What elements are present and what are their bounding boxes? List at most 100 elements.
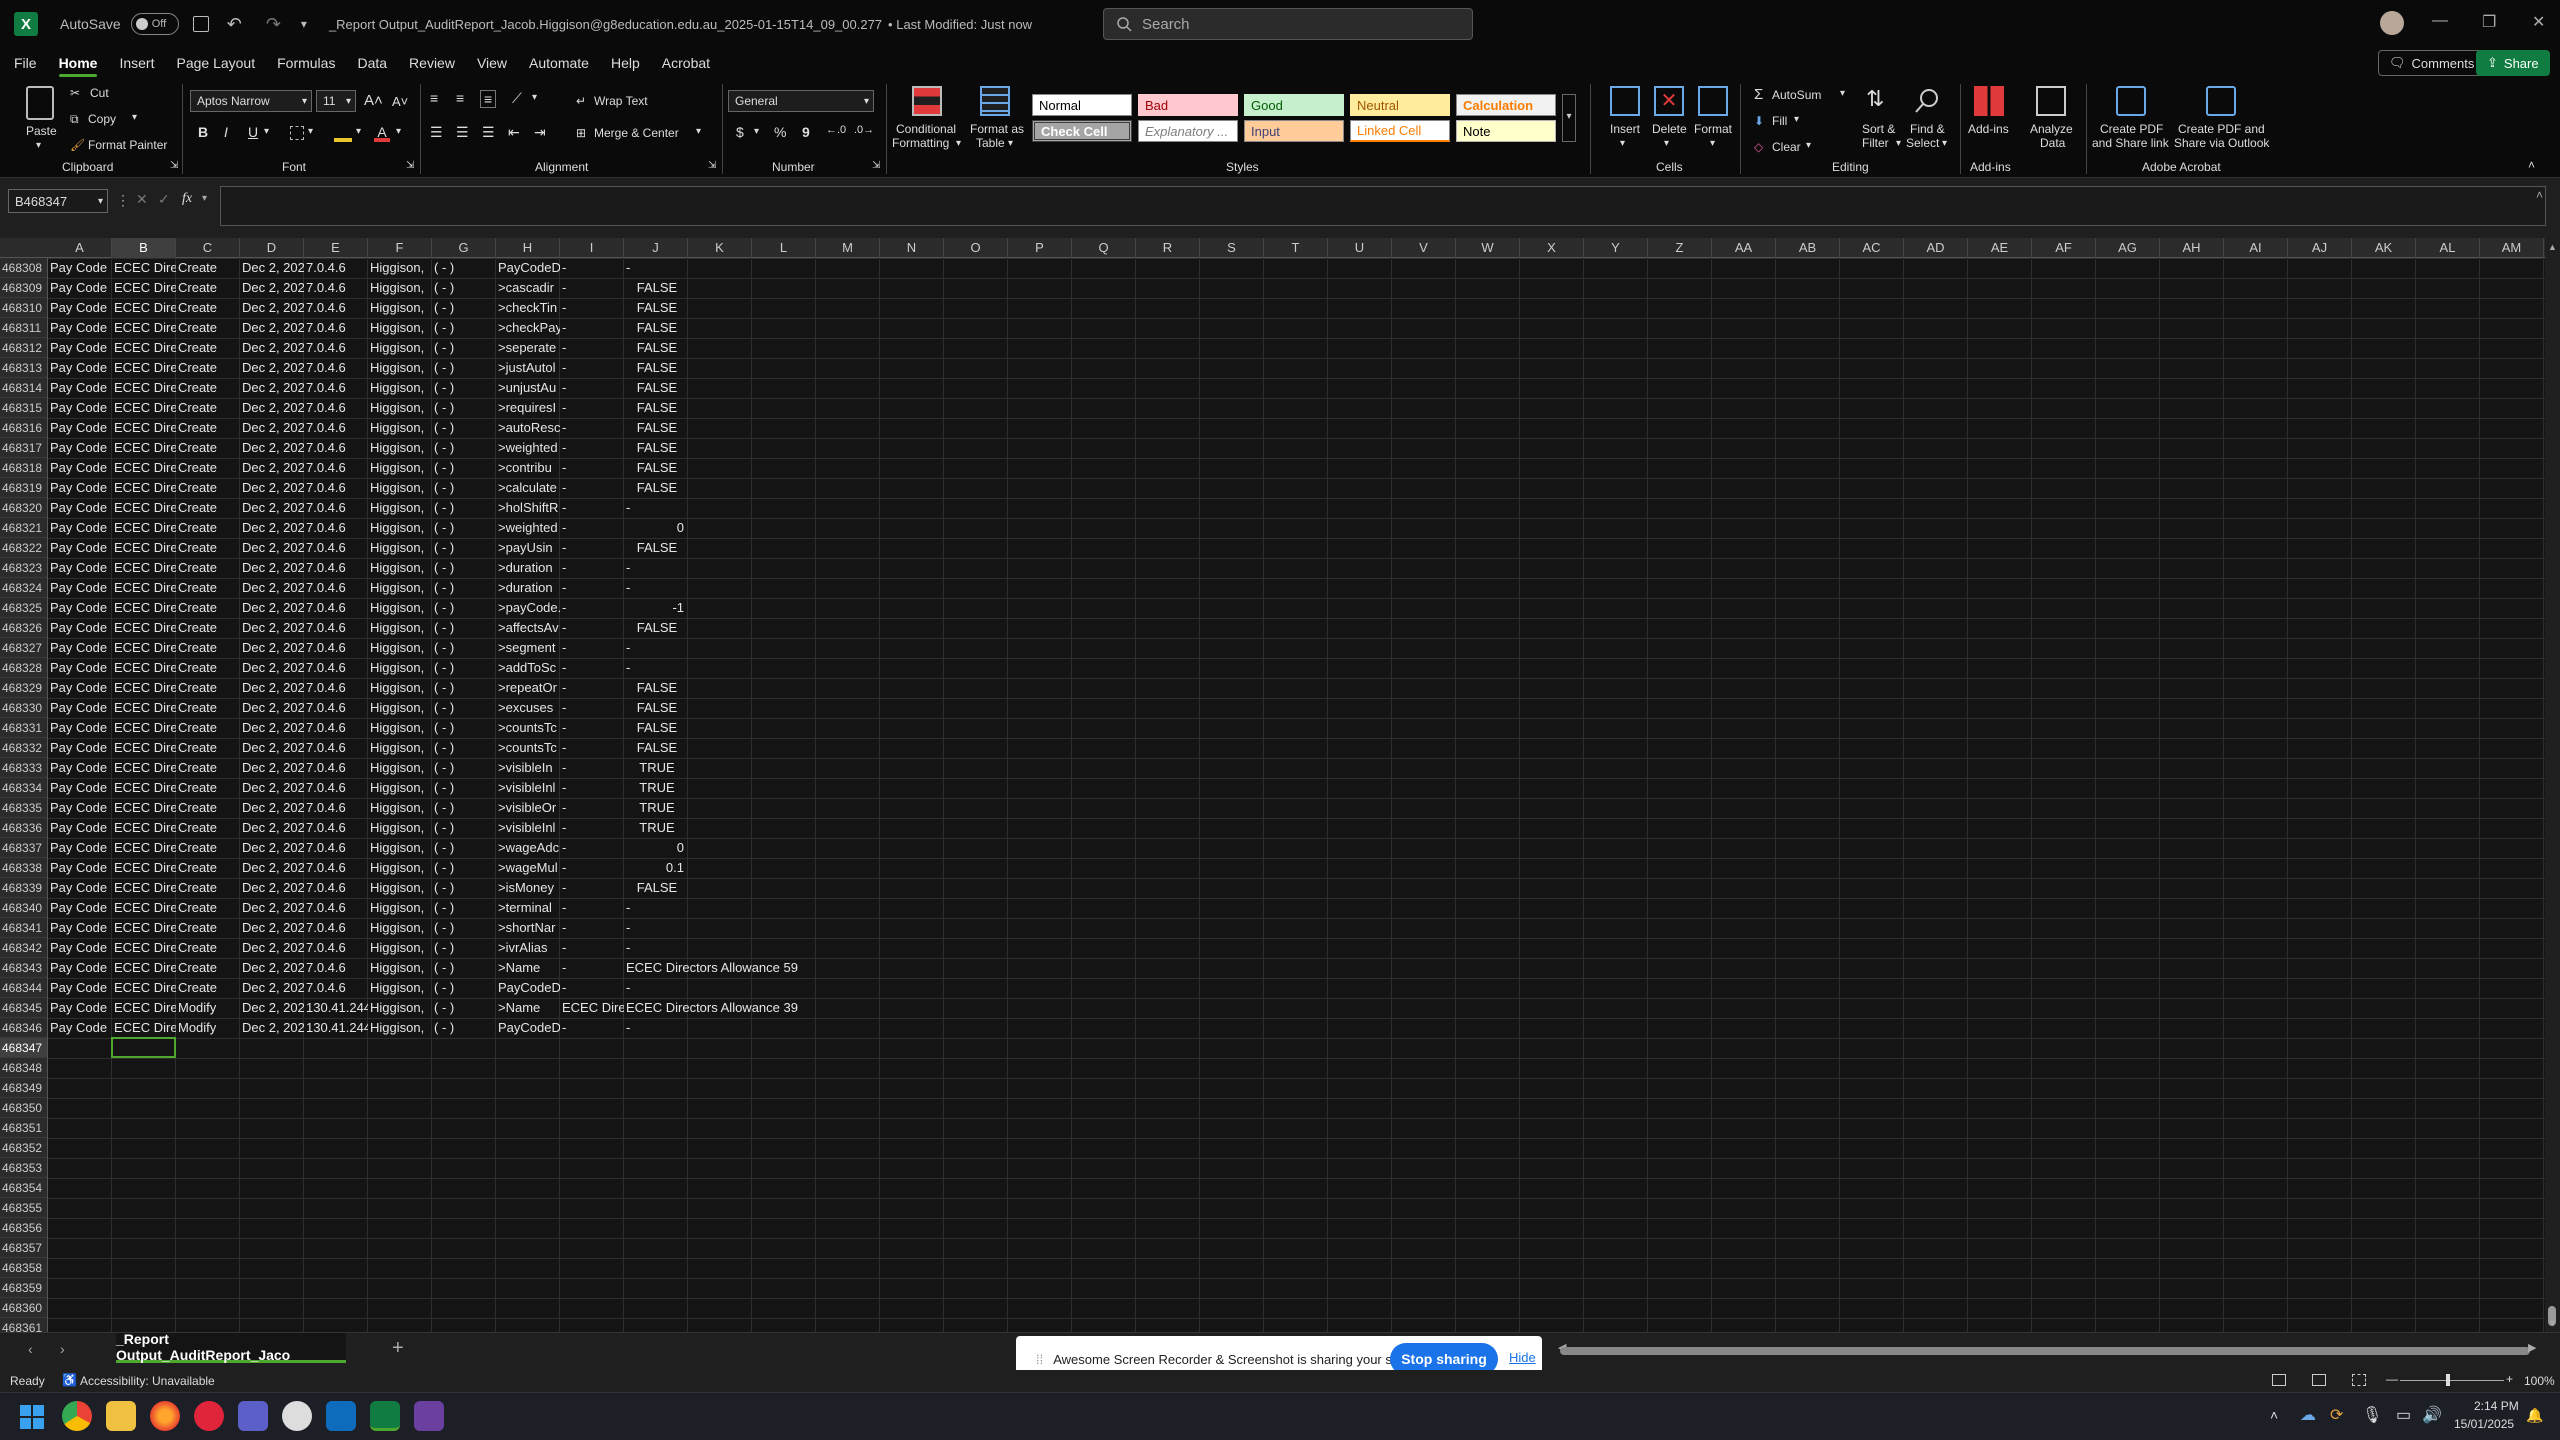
copy-button[interactable]: Copy <box>88 112 116 126</box>
cell-a[interactable]: Pay Code <box>48 858 112 878</box>
cell-b[interactable]: ECEC Dire <box>112 658 176 678</box>
cell-j[interactable]: FALSE <box>624 738 688 758</box>
cell-i[interactable]: - <box>560 1018 624 1038</box>
cell-a[interactable]: Pay Code <box>48 698 112 718</box>
fx-dropdown-icon[interactable]: ▾ <box>202 193 207 204</box>
autosave-toggle[interactable]: Off <box>130 13 179 35</box>
excel-taskbar-icon[interactable] <box>370 1401 400 1431</box>
cell-b[interactable]: ECEC Dire <box>112 638 176 658</box>
notification-icon[interactable]: 🔔 <box>2526 1407 2543 1424</box>
cell-e[interactable]: 7.0.4.6 <box>304 958 368 978</box>
cell-i[interactable]: - <box>560 838 624 858</box>
cell-b[interactable]: ECEC Dire <box>112 798 176 818</box>
cell-d[interactable]: Dec 2, 202 <box>240 438 304 458</box>
cell-c[interactable]: Create <box>176 478 240 498</box>
row-header[interactable]: 468340 <box>0 898 47 918</box>
row-header[interactable]: 468337 <box>0 838 47 858</box>
style-linked-cell[interactable]: Linked Cell <box>1350 120 1450 142</box>
cell-b[interactable]: ECEC Dire <box>112 618 176 638</box>
cell-j[interactable]: TRUE <box>624 798 688 818</box>
style-input[interactable]: Input <box>1244 120 1344 142</box>
orientation-icon[interactable]: ⟋ <box>512 90 522 107</box>
cell-f[interactable]: Higgison, <box>368 438 432 458</box>
row-header[interactable]: 468338 <box>0 858 47 878</box>
row-header[interactable]: 468350 <box>0 1098 47 1118</box>
cell-c[interactable]: Create <box>176 498 240 518</box>
windows-start-icon[interactable] <box>20 1405 44 1429</box>
merge-dropdown-icon[interactable]: ▾ <box>696 126 701 137</box>
column-header-n[interactable]: N <box>880 238 944 258</box>
cell-i[interactable]: - <box>560 258 624 278</box>
file-explorer-icon[interactable] <box>106 1401 136 1431</box>
cell-d[interactable]: Dec 2, 202 <box>240 498 304 518</box>
cell-h[interactable]: >contribu <box>496 458 560 478</box>
row-header[interactable]: 468310 <box>0 298 47 318</box>
cell-h[interactable]: >visibleInl <box>496 778 560 798</box>
cell-c[interactable]: Create <box>176 438 240 458</box>
row-header[interactable]: 468311 <box>0 318 47 338</box>
cell-i[interactable]: - <box>560 638 624 658</box>
cell-c[interactable]: Create <box>176 318 240 338</box>
cell-j[interactable]: - <box>624 638 688 658</box>
cell-e[interactable]: 7.0.4.6 <box>304 658 368 678</box>
cell-a[interactable]: Pay Code <box>48 298 112 318</box>
cell-e[interactable]: 7.0.4.6 <box>304 718 368 738</box>
cell-d[interactable]: Dec 2, 202 <box>240 1018 304 1038</box>
row-header[interactable]: 468341 <box>0 918 47 938</box>
find-select-button-line2[interactable]: Select <box>1906 136 1939 150</box>
cell-h[interactable]: >Name <box>496 998 560 1018</box>
cell-e[interactable]: 7.0.4.6 <box>304 558 368 578</box>
cell-f[interactable]: Higgison, <box>368 458 432 478</box>
cell-h[interactable]: >ivrAlias <box>496 938 560 958</box>
cell-g[interactable]: ( - ) <box>432 898 496 918</box>
cell-a[interactable]: Pay Code <box>48 418 112 438</box>
column-header-a[interactable]: A <box>48 238 112 258</box>
zoom-level[interactable]: 100% <box>2524 1374 2555 1388</box>
cell-j[interactable]: FALSE <box>624 298 688 318</box>
cell-j[interactable]: FALSE <box>624 278 688 298</box>
sort-filter-icon[interactable]: ⇅ <box>1866 86 1884 112</box>
cell-h[interactable]: >isMoney <box>496 878 560 898</box>
cell-h[interactable]: >checkPay <box>496 318 560 338</box>
style-good[interactable]: Good <box>1244 94 1344 116</box>
cell-j[interactable]: FALSE <box>624 358 688 378</box>
style-check-cell[interactable]: Check Cell <box>1032 120 1132 142</box>
cut-button[interactable]: Cut <box>90 86 109 100</box>
cell-h[interactable]: >unjustAu <box>496 378 560 398</box>
cell-i[interactable]: - <box>560 678 624 698</box>
paste-dropdown-icon[interactable]: ▾ <box>36 140 41 151</box>
cell-a[interactable]: Pay Code <box>48 438 112 458</box>
find-select-icon[interactable] <box>1912 86 1942 116</box>
cell-c[interactable]: Create <box>176 558 240 578</box>
cell-d[interactable]: Dec 2, 202 <box>240 698 304 718</box>
cell-h[interactable]: >countsTc <box>496 738 560 758</box>
align-top-icon[interactable]: ≡ <box>430 90 438 106</box>
cell-j[interactable]: - <box>624 658 688 678</box>
cell-g[interactable]: ( - ) <box>432 758 496 778</box>
cell-g[interactable]: ( - ) <box>432 278 496 298</box>
cell-g[interactable]: ( - ) <box>432 798 496 818</box>
cell-a[interactable]: Pay Code <box>48 538 112 558</box>
cell-b[interactable]: ECEC Dire <box>112 958 176 978</box>
cell-b[interactable]: ECEC Dire <box>112 558 176 578</box>
cell-h[interactable]: PayCodeD <box>496 978 560 998</box>
cell-d[interactable]: Dec 2, 202 <box>240 678 304 698</box>
cell-c[interactable]: Create <box>176 278 240 298</box>
cell-c[interactable]: Create <box>176 518 240 538</box>
cell-b[interactable]: ECEC Dire <box>112 698 176 718</box>
cell-c[interactable]: Create <box>176 858 240 878</box>
cell-b[interactable]: ECEC Dire <box>112 578 176 598</box>
cell-g[interactable]: ( - ) <box>432 418 496 438</box>
cell-e[interactable]: 7.0.4.6 <box>304 378 368 398</box>
cell-e[interactable]: 7.0.4.6 <box>304 338 368 358</box>
cell-a[interactable]: Pay Code <box>48 558 112 578</box>
column-header-ac[interactable]: AC <box>1840 238 1904 258</box>
row-header[interactable]: 468336 <box>0 818 47 838</box>
cell-i[interactable]: - <box>560 898 624 918</box>
chatgpt-icon[interactable] <box>282 1401 312 1431</box>
cell-c[interactable]: Create <box>176 818 240 838</box>
row-header[interactable]: 468351 <box>0 1118 47 1138</box>
cell-d[interactable]: Dec 2, 202 <box>240 518 304 538</box>
row-header[interactable]: 468356 <box>0 1218 47 1238</box>
cell-h[interactable]: >seperate <box>496 338 560 358</box>
